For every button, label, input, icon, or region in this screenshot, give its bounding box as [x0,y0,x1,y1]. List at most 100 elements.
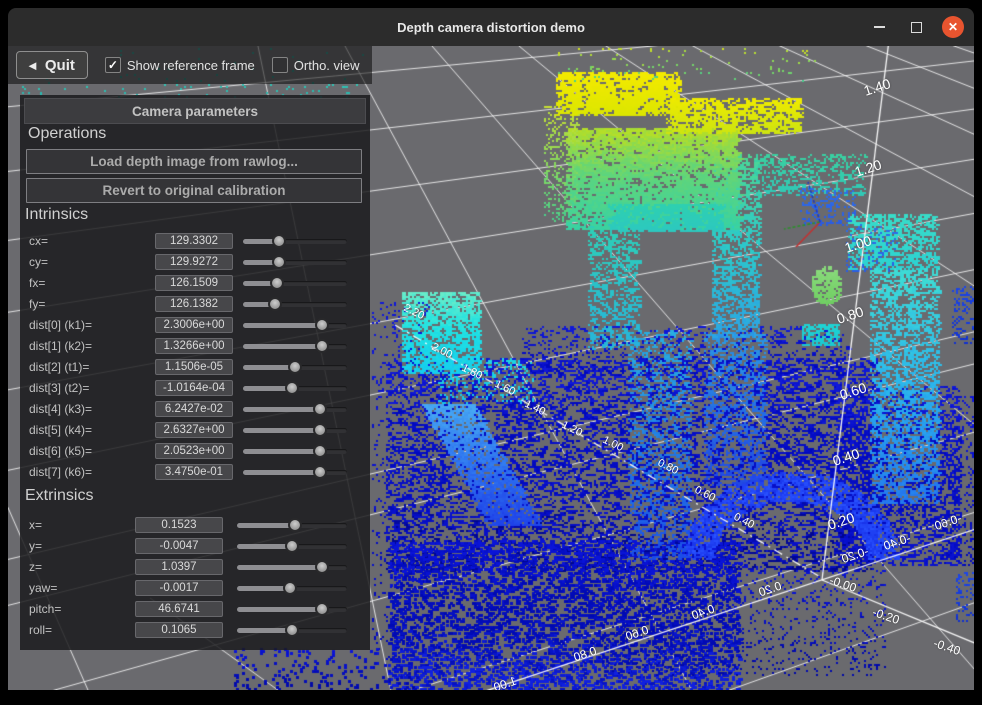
revert-calibration-button[interactable]: Revert to original calibration [26,178,362,203]
extrinsics-rows: x=y=z=yaw=pitch=roll= [20,515,370,641]
maximize-icon [911,22,922,33]
parameter-value-input[interactable] [155,464,233,480]
parameter-value-input[interactable] [155,233,233,249]
section-label-extrinsics: Extrinsics [25,487,93,505]
slider-thumb[interactable] [270,276,284,290]
slider-thumb[interactable] [288,360,302,374]
parameter-slider-track[interactable] [237,607,347,612]
parameter-slider-track[interactable] [237,523,347,528]
parameter-slider-track[interactable] [243,428,347,433]
parameter-slider-track[interactable] [243,365,347,370]
parameter-value-input[interactable] [155,380,233,396]
maximize-button[interactable] [905,16,927,38]
parameter-value-input[interactable] [155,401,233,417]
close-button[interactable]: ✕ [942,16,964,38]
parameter-slider-track[interactable] [243,470,347,475]
slider-thumb[interactable] [315,560,329,574]
parameter-value-input[interactable] [155,254,233,270]
parameter-slider-track[interactable] [243,239,347,244]
slider-thumb[interactable] [313,402,327,416]
slider-fill [243,449,320,454]
slider-fill [237,586,290,591]
parameter-value-input[interactable] [155,443,233,459]
parameter-value-input[interactable] [155,317,233,333]
slider-thumb[interactable] [315,602,329,616]
slider-fill [243,470,320,475]
panel-header[interactable]: Camera parameters [24,98,366,124]
parameter-label: dist[4] (k3)= [29,399,92,420]
parameter-label: dist[6] (k5)= [29,441,92,462]
parameter-row: roll= [20,620,370,641]
parameter-slider-track[interactable] [237,544,347,549]
slider-fill [243,344,322,349]
slider-fill [237,523,295,528]
titlebar[interactable]: Depth camera distortion demo ✕ [8,8,974,46]
parameter-value-input[interactable] [135,517,223,533]
parameter-value-input[interactable] [135,538,223,554]
parameter-slider-track[interactable] [243,344,347,349]
parameter-slider-track[interactable] [243,323,347,328]
parameter-label: dist[7] (k6)= [29,462,92,483]
slider-fill [237,565,322,570]
parameter-value-input[interactable] [155,422,233,438]
parameter-value-input[interactable] [135,580,223,596]
section-label-intrinsics: Intrinsics [25,206,88,224]
parameter-row: dist[1] (k2)= [20,336,370,357]
parameter-row: dist[2] (t1)= [20,357,370,378]
close-icon: ✕ [948,21,958,33]
slider-thumb[interactable] [285,623,299,637]
parameter-value-input[interactable] [155,296,233,312]
slider-thumb[interactable] [285,381,299,395]
parameter-row: dist[3] (t2)= [20,378,370,399]
slider-fill [237,628,292,633]
slider-thumb[interactable] [313,444,327,458]
checkbox-label: Show reference frame [127,58,255,73]
parameter-label: yaw= [29,578,57,599]
parameter-row: dist[4] (k3)= [20,399,370,420]
parameter-label: cy= [29,252,48,273]
parameter-slider-track[interactable] [243,260,347,265]
slider-thumb[interactable] [315,318,329,332]
parameter-slider-track[interactable] [243,386,347,391]
quit-button[interactable]: ◄ Quit [16,51,88,79]
slider-fill [243,407,320,412]
slider-thumb[interactable] [272,234,286,248]
screen: { "window": { "title": "Depth camera dis… [0,0,982,705]
slider-thumb[interactable] [268,297,282,311]
client-area: 1.401.201.000.800.600.400.202.202.001.80… [8,46,974,690]
slider-thumb[interactable] [283,581,297,595]
parameter-slider-track[interactable] [243,449,347,454]
parameter-row: cx= [20,231,370,252]
intrinsics-rows: cx=cy=fx=fy=dist[0] (k1)=dist[1] (k2)=di… [20,231,370,483]
slider-fill [237,544,292,549]
parameter-slider-track[interactable] [237,586,347,591]
parameter-label: fy= [29,294,45,315]
parameter-value-input[interactable] [135,601,223,617]
slider-thumb[interactable] [272,255,286,269]
parameter-value-input[interactable] [155,338,233,354]
parameter-value-input[interactable] [155,359,233,375]
parameter-slider-track[interactable] [243,302,347,307]
slider-thumb[interactable] [313,423,327,437]
parameter-value-input[interactable] [155,275,233,291]
parameter-slider-track[interactable] [237,565,347,570]
parameter-slider-track[interactable] [237,628,347,633]
parameter-row: z= [20,557,370,578]
parameter-slider-track[interactable] [243,281,347,286]
load-depth-image-button[interactable]: Load depth image from rawlog... [26,149,362,174]
checkbox-ortho-view[interactable]: Ortho. view [272,57,360,73]
parameter-value-input[interactable] [135,559,223,575]
section-label-operations: Operations [28,125,106,143]
slider-thumb[interactable] [285,539,299,553]
parameter-row: x= [20,515,370,536]
parameter-slider-track[interactable] [243,407,347,412]
slider-thumb[interactable] [313,465,327,479]
slider-thumb[interactable] [288,518,302,532]
minimize-button[interactable] [868,16,890,38]
quit-button-label: Quit [45,57,75,74]
parameter-value-input[interactable] [135,622,223,638]
parameter-label: dist[2] (t1)= [29,357,89,378]
slider-thumb[interactable] [315,339,329,353]
parameter-label: roll= [29,620,52,641]
checkbox-show-reference-frame[interactable]: ✓ Show reference frame [105,57,255,73]
